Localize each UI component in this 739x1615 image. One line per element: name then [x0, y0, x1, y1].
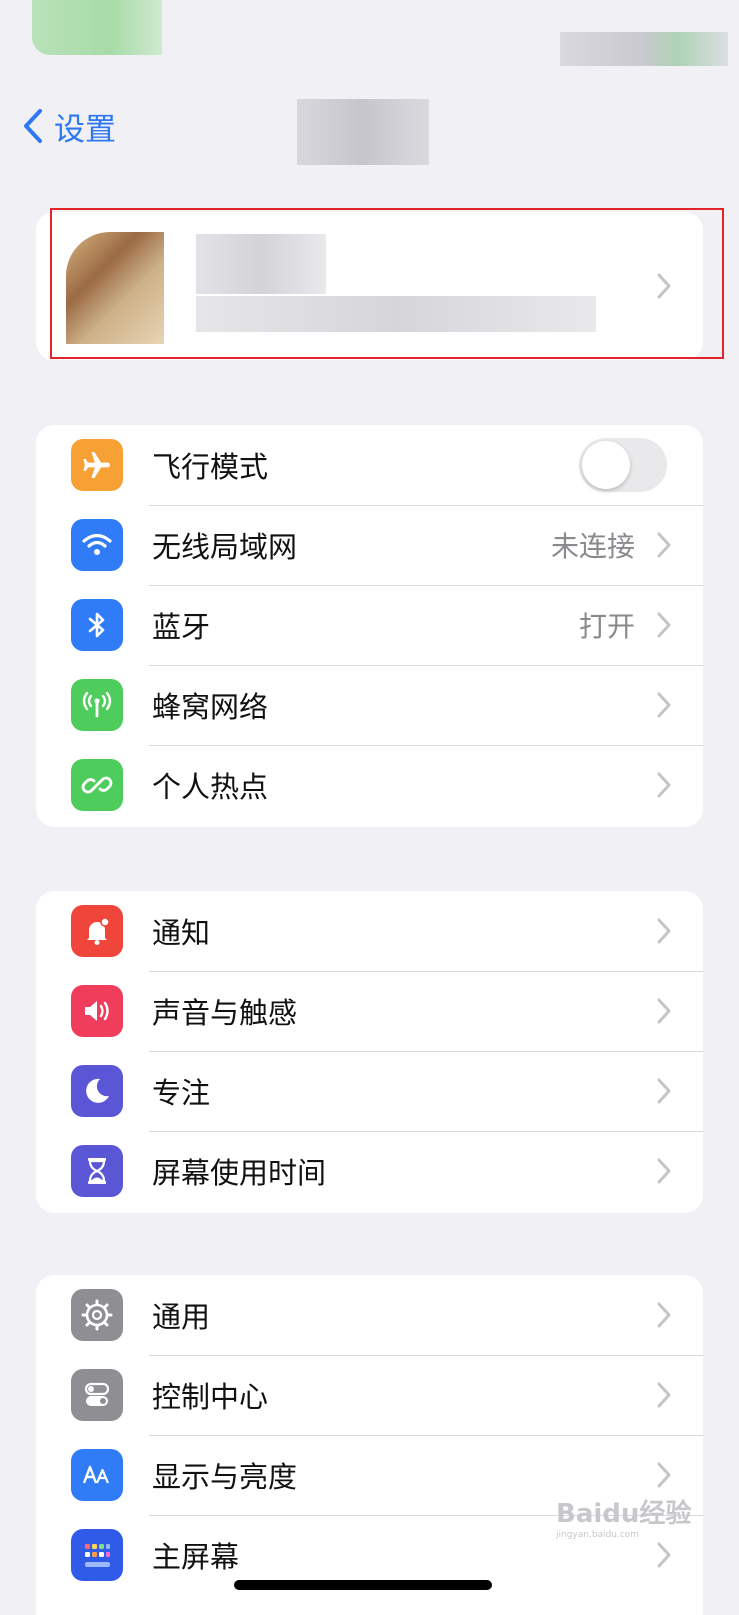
row-label: 通用: [152, 1300, 211, 1334]
row-label: 蜂窝网络: [152, 690, 269, 724]
row-label: 屏幕使用时间: [152, 1156, 327, 1190]
profile-name-blurred: [196, 234, 326, 294]
row-label: 声音与触感: [152, 996, 298, 1030]
row-sounds-haptics[interactable]: 声音与触感: [36, 971, 703, 1051]
chevron-right-icon: [657, 692, 671, 718]
row-personal-hotspot[interactable]: 个人热点: [36, 745, 703, 825]
control-center-icon: [71, 1369, 123, 1421]
row-label: 显示与亮度: [152, 1460, 298, 1494]
speaker-icon: [71, 985, 123, 1037]
chevron-left-icon: [24, 109, 42, 143]
general-group: 通用 控制中心 显示与亮度 主屏幕: [36, 1275, 703, 1615]
chevron-right-icon: [657, 1078, 671, 1104]
row-label: 飞行模式: [152, 450, 269, 484]
page-title-blurred: [297, 99, 429, 165]
bluetooth-icon: [71, 599, 123, 651]
row-label: 通知: [152, 916, 211, 950]
row-cellular[interactable]: 蜂窝网络: [36, 665, 703, 745]
status-bar-left-blurred: [32, 0, 162, 55]
profile-subtitle-blurred: [196, 296, 596, 332]
hourglass-icon: [71, 1145, 123, 1197]
chevron-right-icon: [657, 1158, 671, 1184]
row-label: 蓝牙: [152, 610, 211, 644]
cellular-icon: [71, 679, 123, 731]
airplane-mode-toggle[interactable]: [579, 438, 667, 492]
home-indicator[interactable]: [234, 1580, 492, 1590]
connectivity-group: 飞行模式 无线局域网 未连接 蓝牙 打开 蜂窝网络 个人热点: [36, 425, 703, 827]
back-button[interactable]: 设置: [22, 104, 116, 148]
bluetooth-status: 打开: [578, 610, 635, 643]
row-focus[interactable]: 专注: [36, 1051, 703, 1131]
chevron-right-icon: [657, 918, 671, 944]
row-label: 主屏幕: [152, 1540, 240, 1574]
avatar: [66, 232, 164, 344]
home-screen-icon: [71, 1529, 123, 1581]
row-wifi[interactable]: 无线局域网 未连接: [36, 505, 703, 585]
row-screen-time[interactable]: 屏幕使用时间: [36, 1131, 703, 1211]
row-airplane-mode[interactable]: 飞行模式: [36, 425, 703, 505]
watermark-brand: Baidu经验: [556, 1499, 692, 1529]
moon-icon: [71, 1065, 123, 1117]
row-label: 无线局域网: [152, 530, 298, 564]
chevron-right-icon: [657, 772, 671, 798]
row-label: 个人热点: [152, 770, 269, 804]
chevron-right-icon: [657, 612, 671, 638]
chevron-right-icon: [657, 1462, 671, 1488]
row-general[interactable]: 通用: [36, 1275, 703, 1355]
chevron-right-icon: [657, 1382, 671, 1408]
status-bar-right-blurred: [560, 32, 728, 66]
baidu-watermark: Baidu经验 jingyan.baidu.com: [556, 1493, 696, 1547]
row-label: 专注: [152, 1076, 211, 1110]
wifi-icon: [71, 519, 123, 571]
text-size-icon: [71, 1449, 123, 1501]
row-control-center[interactable]: 控制中心: [36, 1355, 703, 1435]
row-notifications[interactable]: 通知: [36, 891, 703, 971]
notification-bell-icon: [71, 905, 123, 957]
notifications-group: 通知 声音与触感 专注 屏幕使用时间: [36, 891, 703, 1213]
airplane-icon: [71, 439, 123, 491]
chevron-right-icon: [657, 532, 671, 558]
chevron-right-icon: [657, 1302, 671, 1328]
apple-id-profile-row[interactable]: [36, 212, 703, 360]
row-label: 控制中心: [152, 1380, 269, 1414]
back-label: 设置: [54, 111, 116, 148]
hotspot-icon: [71, 759, 123, 811]
chevron-right-icon: [657, 273, 671, 299]
gear-icon: [71, 1289, 123, 1341]
wifi-status: 未连接: [550, 530, 635, 563]
toggle-knob: [582, 441, 630, 489]
chevron-right-icon: [657, 998, 671, 1024]
watermark-url: jingyan.baidu.com: [556, 1530, 640, 1540]
row-bluetooth[interactable]: 蓝牙 打开: [36, 585, 703, 665]
